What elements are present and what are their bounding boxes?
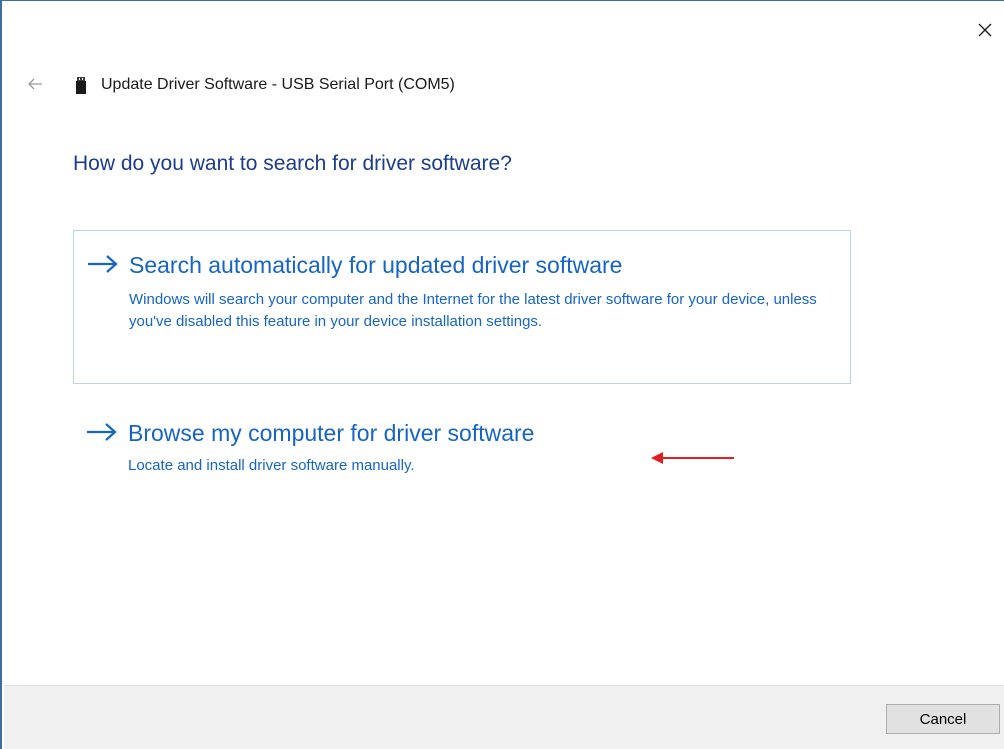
window-title: Update Driver Software - USB Serial Port… <box>101 76 455 93</box>
back-arrow-icon <box>28 78 42 90</box>
back-button[interactable] <box>24 73 46 95</box>
option-title: Search automatically for updated driver … <box>129 252 623 278</box>
red-arrow-left-icon <box>651 452 734 464</box>
page-heading: How do you want to search for driver sof… <box>73 152 512 175</box>
cancel-button[interactable]: Cancel <box>886 704 1000 734</box>
close-button[interactable] <box>970 15 1000 45</box>
search-automatically-option[interactable]: Search automatically for updated driver … <box>73 230 851 384</box>
option-title: Browse my computer for driver software <box>128 420 535 446</box>
dialog-footer: Cancel <box>4 685 1004 749</box>
title-bar: Update Driver Software - USB Serial Port… <box>76 73 455 97</box>
option-description: Windows will search your computer and th… <box>129 291 817 330</box>
usb-device-icon <box>76 76 86 94</box>
browse-computer-option[interactable]: Browse my computer for driver software L… <box>73 409 851 489</box>
arrow-right-icon <box>88 255 118 273</box>
arrow-right-icon <box>87 423 117 441</box>
close-icon <box>978 23 992 37</box>
dialog-window: Update Driver Software - USB Serial Port… <box>0 0 1004 749</box>
